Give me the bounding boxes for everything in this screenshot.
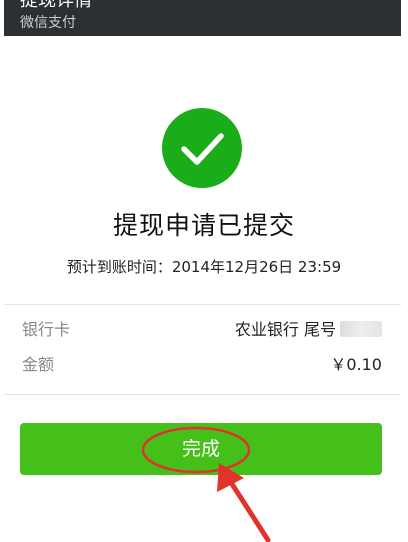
withdraw-detail-page: 提现详情 微信支付 提现申请已提交 预计到账时间：2014年12月26日 23:… [0,0,408,542]
page-subtitle: 微信支付 [20,15,76,31]
arrow-shaft [229,481,271,542]
arrival-time: 预计到账时间：2014年12月26日 23:59 [66,258,342,276]
check-circle-icon [162,108,242,188]
divider [4,394,401,395]
bank-card-label: 银行卡 [22,320,71,339]
bank-card-value: 农业银行 尾号 [235,319,382,341]
header-bar: 提现详情 微信支付 [4,0,401,36]
result-headline: 提现申请已提交 [112,211,295,240]
amount-label: 金额 [22,355,55,374]
masked-card-number [340,321,382,337]
done-button[interactable]: 完成 [20,423,382,475]
amount-value: ￥0.10 [330,355,382,374]
page-title: 提现详情 [20,0,92,11]
bank-card-text: 农业银行 尾号 [234,320,336,339]
divider [4,304,401,305]
